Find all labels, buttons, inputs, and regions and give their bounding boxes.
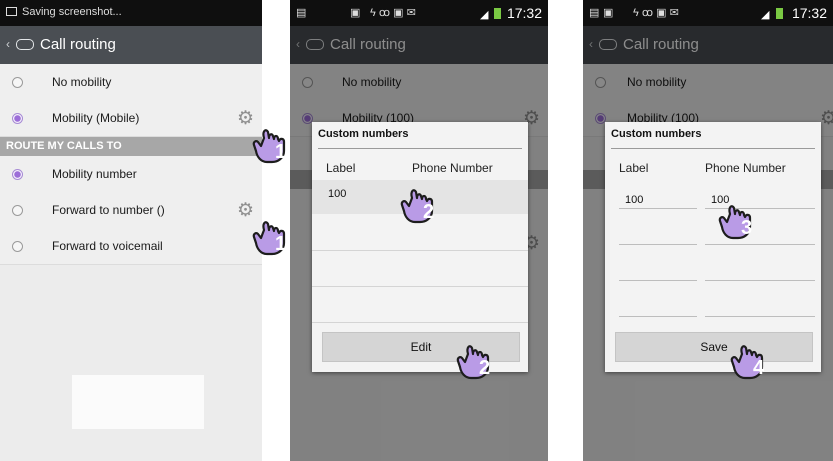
status-bar: ▤ ▣ ϟ ꝏ ▣ ✉ ◢ 17:32	[583, 0, 833, 26]
option-forward-to-number[interactable]: Forward to number () ⚙	[0, 192, 262, 229]
step-number: 1	[275, 141, 287, 163]
battery-icon	[494, 8, 501, 19]
divider	[318, 148, 522, 149]
option-label: Forward to voicemail	[52, 239, 163, 253]
option-no-mobility[interactable]: No mobility	[0, 64, 262, 101]
radio-button-selected[interactable]	[12, 169, 23, 180]
option-label: No mobility	[52, 75, 112, 89]
section-title: ROUTE MY CALLS TO	[6, 140, 122, 152]
step-number: 4	[753, 357, 765, 379]
hand-pointer-icon: 1	[250, 120, 294, 164]
column-header-label: Label	[326, 161, 356, 175]
notification-icon: ▤	[296, 7, 307, 19]
radio-button-selected[interactable]	[12, 113, 23, 124]
label-input-empty[interactable]	[619, 280, 697, 281]
radio-button[interactable]	[12, 77, 23, 88]
column-header-phone: Phone Number	[705, 161, 786, 175]
status-bar: ▤ ▣ ϟ ꝏ ▣ ✉ ◢ 17:32	[290, 0, 548, 26]
blank-panel	[72, 375, 204, 429]
step-number: 2	[479, 357, 491, 379]
hand-pointer-icon: 4	[728, 336, 772, 380]
label-input[interactable]: 100	[625, 194, 643, 206]
app-logo-icon	[16, 39, 34, 50]
phone-input-empty[interactable]	[705, 280, 815, 281]
label-value: 100	[328, 188, 347, 200]
back-icon[interactable]: ‹	[6, 37, 10, 51]
radio-button[interactable]	[12, 205, 23, 216]
custom-numbers-dialog: Custom numbers Label Phone Number 100 10…	[605, 122, 821, 372]
section-header: ROUTE MY CALLS TO	[0, 137, 262, 156]
step-number: 3	[741, 217, 753, 239]
screenshot-icon	[6, 7, 17, 16]
dialog-title: Custom numbers	[611, 128, 702, 140]
status-text: Saving screenshot...	[22, 6, 122, 18]
hand-pointer-icon: 3	[716, 196, 760, 240]
battery-icon	[776, 8, 783, 19]
divider	[312, 322, 528, 323]
option-label: Forward to number ()	[52, 203, 165, 217]
option-mobility-mobile[interactable]: Mobility (Mobile) ⚙	[0, 100, 262, 137]
label-input-underline	[619, 208, 697, 209]
clock: 17:32	[506, 5, 542, 21]
hand-pointer-icon: 1	[250, 212, 294, 256]
save-button[interactable]: Save	[615, 332, 813, 362]
step-number: 1	[275, 233, 287, 255]
notification-icon: ▤	[589, 7, 600, 19]
notification-icon: ▣	[603, 7, 614, 19]
custom-numbers-dialog: Custom numbers Label Phone Number 100 Ed…	[312, 122, 528, 372]
dialog-title: Custom numbers	[318, 128, 409, 140]
status-bar: Saving screenshot...	[0, 0, 262, 26]
phone-input-empty[interactable]	[705, 244, 815, 245]
label-input-empty[interactable]	[619, 244, 697, 245]
divider	[611, 148, 815, 149]
phone-screen-1: Saving screenshot... ‹ Call routing No m…	[0, 0, 262, 461]
option-forward-to-voicemail[interactable]: Forward to voicemail	[0, 228, 262, 265]
divider	[312, 250, 528, 251]
column-header-label: Label	[619, 161, 649, 175]
signal-icon: ◢	[480, 9, 489, 21]
step-number: 2	[423, 201, 435, 223]
hand-pointer-icon: 2	[454, 336, 498, 380]
divider	[312, 286, 528, 287]
option-label: Mobility (Mobile)	[52, 111, 140, 125]
title-bar: ‹ Call routing	[0, 26, 262, 64]
notification-icon: ϟ ꝏ ▣ ✉	[370, 7, 416, 19]
column-header-phone: Phone Number	[412, 161, 493, 175]
phone-screen-2: ▤ ▣ ϟ ꝏ ▣ ✉ ◢ 17:32 ‹ Call routing No mo…	[290, 0, 548, 461]
label-input-empty[interactable]	[619, 316, 697, 317]
phone-screen-3: ▤ ▣ ϟ ꝏ ▣ ✉ ◢ 17:32 ‹ Call routing No mo…	[583, 0, 833, 461]
option-mobility-number[interactable]: Mobility number	[0, 156, 262, 193]
phone-input-empty[interactable]	[705, 316, 815, 317]
notification-icon: ▣	[350, 7, 361, 19]
clock: 17:32	[791, 5, 827, 21]
notification-icon: ϟ ꝏ ▣ ✉	[633, 7, 679, 19]
page-title: Call routing	[40, 36, 116, 53]
option-label: Mobility number	[52, 167, 137, 181]
signal-icon: ◢	[761, 9, 770, 21]
hand-pointer-icon: 2	[398, 180, 442, 224]
radio-button[interactable]	[12, 241, 23, 252]
